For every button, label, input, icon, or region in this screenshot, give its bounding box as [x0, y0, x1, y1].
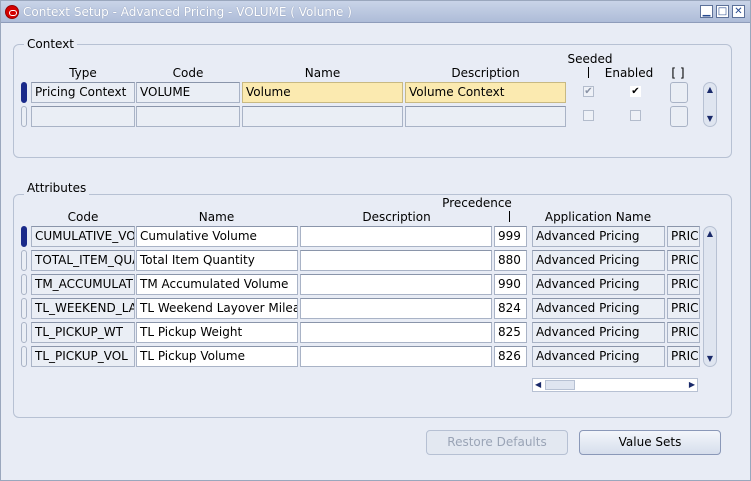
attribute-description-cell[interactable] — [300, 322, 492, 343]
close-icon[interactable]: ✕ — [732, 5, 745, 18]
maximize-icon[interactable]: □ — [716, 5, 729, 18]
oracle-app-icon — [5, 5, 19, 19]
attributes-horizontal-scrollbar[interactable]: ◀ ▶ — [532, 378, 698, 392]
context-header-description: Description — [451, 66, 520, 80]
context-name-cell[interactable] — [242, 106, 403, 127]
context-description-cell[interactable]: Volume Context — [405, 82, 566, 103]
attribute-extra-cell[interactable]: PRICING — [667, 274, 700, 295]
context-setup-window: Context Setup - Advanced Pricing - VOLUM… — [0, 0, 751, 481]
value-sets-button[interactable]: Value Sets — [579, 430, 721, 455]
attributes-header-code: Code — [67, 210, 99, 224]
context-extra-field[interactable] — [670, 106, 688, 127]
scroll-right-icon[interactable]: ▶ — [689, 379, 695, 391]
attributes-header-precedence: Precedence — [442, 196, 512, 210]
context-vertical-scrollbar[interactable]: ▲ ▼ — [703, 82, 717, 127]
attribute-precedence-cell[interactable]: 880 — [494, 250, 527, 271]
scroll-up-icon[interactable]: ▲ — [705, 85, 715, 95]
context-type-cell[interactable] — [31, 106, 135, 127]
attribute-application-name-cell[interactable]: Advanced Pricing — [532, 274, 665, 295]
context-type-cell[interactable]: Pricing Context — [31, 82, 135, 103]
attribute-code-cell[interactable]: TL_WEEKEND_LAYOVER — [31, 298, 135, 319]
context-header-code: Code — [172, 66, 204, 80]
context-code-cell[interactable] — [136, 106, 240, 127]
attributes-vertical-scrollbar[interactable]: ▲ ▼ — [703, 226, 717, 367]
attribute-name-cell[interactable]: Total Item Quantity — [136, 250, 298, 271]
attribute-application-name-cell[interactable]: Advanced Pricing — [532, 322, 665, 343]
attribute-code-cell[interactable]: TL_PICKUP_WT — [31, 322, 135, 343]
attribute-row-selector[interactable] — [21, 226, 27, 247]
context-header-name: Name — [304, 66, 341, 80]
minimize-icon[interactable]: ▁ — [700, 5, 713, 18]
attribute-precedence-cell[interactable]: 990 — [494, 274, 527, 295]
context-name-cell[interactable]: Volume — [242, 82, 403, 103]
attribute-application-name-cell[interactable]: Advanced Pricing — [532, 226, 665, 247]
context-header-extra: [ ] — [671, 66, 685, 80]
attribute-extra-cell[interactable]: PRICING — [667, 250, 700, 271]
attribute-application-name-cell[interactable]: Advanced Pricing — [532, 250, 665, 271]
attribute-code-cell[interactable]: CUMULATIVE_VOLUME — [31, 226, 135, 247]
attribute-code-cell[interactable]: TM_ACCUMULATED_VOLUME — [31, 274, 135, 295]
attribute-code-cell[interactable]: TOTAL_ITEM_QUANTITY — [31, 250, 135, 271]
context-enabled-checkbox[interactable] — [630, 110, 641, 121]
attributes-header-application-name: Application Name — [544, 210, 652, 224]
restore-defaults-button[interactable]: Restore Defaults — [426, 430, 568, 455]
attribute-extra-cell[interactable]: PRICING — [667, 346, 700, 367]
title-bar: Context Setup - Advanced Pricing - VOLUM… — [1, 1, 750, 23]
attribute-precedence-cell[interactable]: 999 — [494, 226, 527, 247]
attributes-header-description: Description — [362, 210, 431, 224]
context-seeded-checkbox — [583, 110, 594, 121]
attribute-application-name-cell[interactable]: Advanced Pricing — [532, 346, 665, 367]
attribute-row-selector[interactable] — [21, 274, 27, 295]
attribute-precedence-cell[interactable]: 825 — [494, 322, 527, 343]
attribute-row-selector[interactable] — [21, 346, 27, 367]
attribute-precedence-cell[interactable]: 826 — [494, 346, 527, 367]
attribute-description-cell[interactable] — [300, 298, 492, 319]
attribute-extra-cell[interactable]: PRICING — [667, 226, 700, 247]
context-seeded-checkbox: ✔ — [583, 86, 594, 97]
scroll-down-icon[interactable]: ▼ — [705, 354, 715, 364]
attribute-code-cell[interactable]: TL_PICKUP_VOL — [31, 346, 135, 367]
attribute-description-cell[interactable] — [300, 226, 492, 247]
horizontal-scroll-thumb[interactable] — [545, 380, 575, 390]
attribute-extra-cell[interactable]: PRICING — [667, 298, 700, 319]
attribute-name-cell[interactable]: TL Weekend Layover Mileage — [136, 298, 298, 319]
attribute-row-selector[interactable] — [21, 298, 27, 319]
seeded-header-marker — [588, 67, 589, 78]
attribute-name-cell[interactable]: TM Accumulated Volume — [136, 274, 298, 295]
scroll-down-icon[interactable]: ▼ — [705, 114, 715, 124]
scroll-up-icon[interactable]: ▲ — [705, 229, 715, 239]
attribute-extra-cell[interactable]: PRICING — [667, 322, 700, 343]
attributes-group-label: Attributes — [24, 181, 90, 195]
context-enabled-checkbox[interactable]: ✔ — [630, 86, 641, 97]
context-header-seeded: Seeded — [567, 52, 613, 66]
precedence-header-marker — [509, 211, 510, 222]
attribute-name-cell[interactable]: Cumulative Volume — [136, 226, 298, 247]
attribute-row-selector[interactable] — [21, 322, 27, 343]
attribute-precedence-cell[interactable]: 824 — [494, 298, 527, 319]
attribute-description-cell[interactable] — [300, 250, 492, 271]
attribute-description-cell[interactable] — [300, 346, 492, 367]
attribute-name-cell[interactable]: TL Pickup Weight — [136, 322, 298, 343]
context-code-cell[interactable]: VOLUME — [136, 82, 240, 103]
context-row-selector[interactable] — [21, 106, 27, 127]
attribute-application-name-cell[interactable]: Advanced Pricing — [532, 298, 665, 319]
context-description-cell[interactable] — [405, 106, 566, 127]
attribute-row-selector[interactable] — [21, 250, 27, 271]
window-title: Context Setup - Advanced Pricing - VOLUM… — [23, 5, 352, 19]
context-row-selector[interactable] — [21, 82, 27, 103]
context-header-enabled: Enabled — [604, 66, 654, 80]
attributes-header-name: Name — [198, 210, 235, 224]
attribute-name-cell[interactable]: TL Pickup Volume — [136, 346, 298, 367]
context-header-type: Type — [69, 66, 97, 80]
scroll-left-icon[interactable]: ◀ — [535, 379, 541, 391]
attribute-description-cell[interactable] — [300, 274, 492, 295]
context-extra-field[interactable] — [670, 82, 688, 103]
context-group-label: Context — [24, 37, 78, 51]
